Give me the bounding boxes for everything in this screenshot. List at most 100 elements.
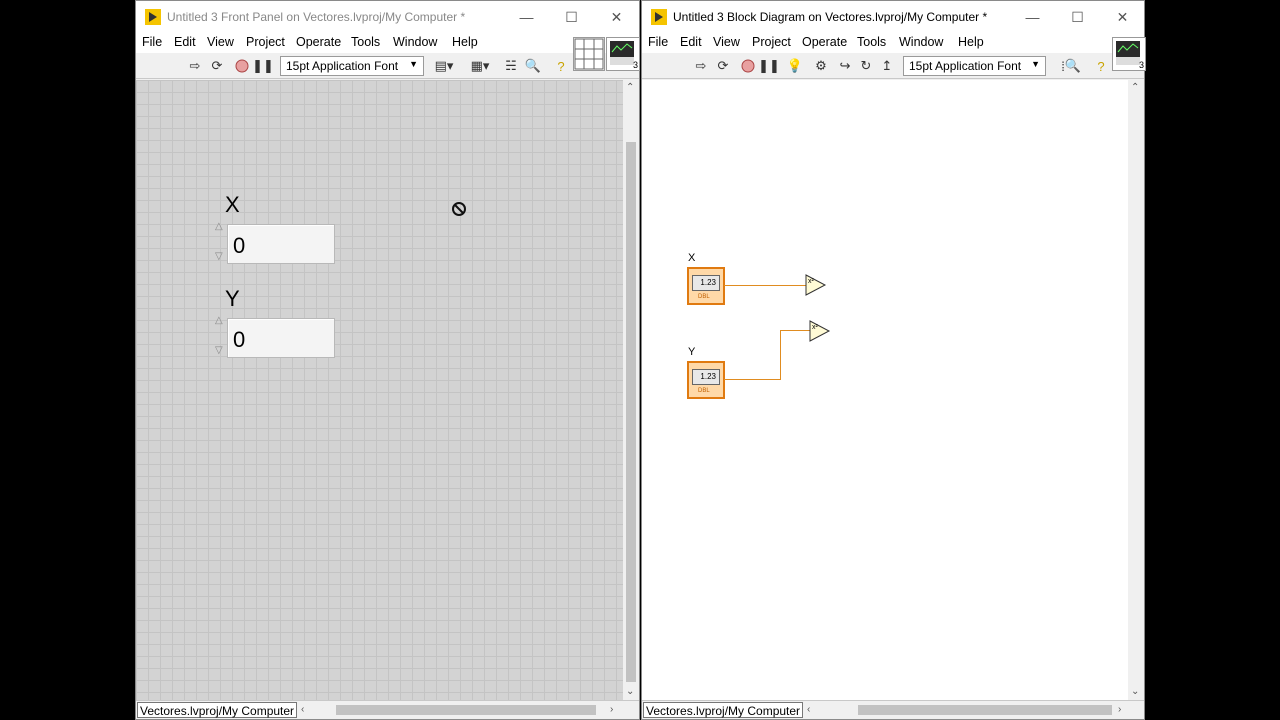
numeric-value-y: 0 (233, 327, 246, 352)
menu-file[interactable]: File (142, 35, 162, 49)
numeric-control-x[interactable]: 0 (227, 224, 335, 264)
scroll-down-icon[interactable]: ⌄ (626, 686, 634, 697)
scroll-right-icon[interactable]: › (1118, 704, 1121, 715)
abort-icon[interactable] (739, 57, 757, 75)
terminal-label-y[interactable]: Y (688, 346, 695, 358)
menu-operate[interactable]: Operate (802, 35, 847, 49)
run-continuously-icon[interactable]: ⟳ (714, 57, 732, 75)
run-arrow-icon[interactable]: ⇨ (186, 57, 204, 75)
resize-objects-icon[interactable]: ☵ (502, 57, 520, 75)
vi-icon[interactable]: 3 (606, 37, 640, 71)
increment-arrow-icon[interactable]: △ (215, 222, 223, 232)
menu-help[interactable]: Help (452, 35, 478, 49)
chevron-down-icon: ▼ (409, 59, 418, 69)
decrement-arrow-icon[interactable]: ▽ (215, 346, 223, 356)
close-button[interactable]: ✕ (1100, 1, 1145, 33)
menu-file[interactable]: File (648, 35, 668, 49)
menu-edit[interactable]: Edit (174, 35, 196, 49)
vertical-scrollbar[interactable]: ⌃ ⌄ (1128, 80, 1144, 702)
scroll-right-icon[interactable]: › (610, 704, 613, 715)
control-label-x[interactable]: X (225, 192, 240, 218)
wire-y-horizontal[interactable] (724, 379, 781, 380)
menu-view[interactable]: View (713, 35, 740, 49)
scroll-thumb[interactable] (626, 142, 636, 682)
menubar: File Edit View Project Operate Tools Win… (642, 33, 1144, 53)
menu-project[interactable]: Project (246, 35, 285, 49)
step-over-icon[interactable]: ↻ (857, 57, 875, 75)
menu-help[interactable]: Help (958, 35, 984, 49)
minimize-button[interactable]: — (1010, 1, 1055, 33)
wire-y-vertical[interactable] (780, 330, 781, 380)
menu-window[interactable]: Window (899, 35, 943, 49)
front-panel-canvas[interactable]: X △ ▽ 0 Y △ ▽ 0 (136, 80, 623, 702)
run-arrow-icon[interactable]: ⇨ (692, 57, 710, 75)
toolbar: ⇨ ⟳ ❚❚ 💡 ⚙ ↪ ↻ ↥ 15pt Application Font ▼ … (642, 53, 1144, 79)
wire-x[interactable] (724, 285, 806, 286)
step-out-icon[interactable]: ↥ (878, 57, 896, 75)
pause-icon[interactable]: ❚❚ (252, 57, 274, 75)
application-context: Vectores.lvproj/My Computer (137, 702, 298, 718)
menu-window[interactable]: Window (393, 35, 437, 49)
decrement-arrow-icon[interactable]: ▽ (215, 252, 223, 262)
highlight-execution-icon[interactable]: 💡 (786, 57, 804, 75)
terminal-y[interactable]: 1.23 DBL (687, 361, 725, 399)
maximize-button[interactable]: ☐ (1055, 1, 1100, 33)
terminal-label-x[interactable]: X (688, 252, 695, 264)
x-increment-decrement[interactable]: △ ▽ (215, 222, 226, 262)
terminal-y-display: 1.23 (692, 369, 720, 385)
distribute-objects-icon[interactable]: ▦▾ (468, 57, 492, 75)
menu-tools[interactable]: Tools (351, 35, 380, 49)
labview-icon (145, 9, 161, 25)
scroll-up-icon[interactable]: ⌃ (626, 82, 634, 93)
labview-icon (651, 9, 667, 25)
horizontal-scroll-thumb[interactable] (858, 705, 1112, 715)
close-button[interactable]: ✕ (594, 1, 639, 33)
abort-icon[interactable] (233, 57, 251, 75)
menu-edit[interactable]: Edit (680, 35, 702, 49)
increment-arrow-icon[interactable]: △ (215, 316, 223, 326)
menu-operate[interactable]: Operate (296, 35, 341, 49)
scroll-up-icon[interactable]: ⌃ (1131, 82, 1139, 93)
align-objects-icon[interactable]: ▤▾ (432, 57, 456, 75)
search-icon[interactable]: 🔍 (1064, 57, 1082, 75)
search-icon[interactable]: 🔍 (524, 57, 542, 75)
scroll-left-icon[interactable]: ‹ (807, 704, 810, 715)
font-select[interactable]: 15pt Application Font ▼ (280, 56, 424, 76)
status-bar: Vectores.lvproj/My Computer ‹ › (642, 700, 1144, 719)
menu-tools[interactable]: Tools (857, 35, 886, 49)
run-continuously-icon[interactable]: ⟳ (208, 57, 226, 75)
block-diagram-canvas[interactable]: X 1.23 DBL x² Y 1.23 DBL x² (642, 80, 1129, 702)
menu-view[interactable]: View (207, 35, 234, 49)
square-function-y-label: x² (812, 324, 818, 331)
minimize-button[interactable]: — (504, 1, 549, 33)
retain-wire-values-icon[interactable]: ⚙ (812, 57, 830, 75)
help-icon[interactable]: ? (552, 57, 570, 75)
terminal-y-type: DBL (698, 388, 710, 394)
step-into-icon[interactable]: ↪ (836, 57, 854, 75)
vi-icon-badge: 3 (632, 60, 638, 70)
vi-icon[interactable]: 3 (1112, 37, 1146, 71)
font-select[interactable]: 15pt Application Font ▼ (903, 56, 1046, 76)
toolbar: ⇨ ⟳ ❚❚ 15pt Application Font ▼ ▤▾ ▦▾ ☵ 🔍 … (136, 53, 639, 79)
chevron-down-icon: ▼ (1031, 59, 1040, 69)
vertical-scrollbar[interactable]: ⌃ ⌄ (623, 80, 639, 702)
application-context: Vectores.lvproj/My Computer (643, 702, 804, 718)
vi-icon-badge: 3 (1138, 60, 1144, 70)
horizontal-scroll-thumb[interactable] (336, 705, 596, 715)
scroll-down-icon[interactable]: ⌄ (1131, 686, 1139, 697)
control-label-y[interactable]: Y (225, 286, 240, 312)
y-increment-decrement[interactable]: △ ▽ (215, 316, 226, 356)
maximize-button[interactable]: ☐ (549, 1, 594, 33)
terminal-x[interactable]: 1.23 DBL (687, 267, 725, 305)
scroll-left-icon[interactable]: ‹ (301, 704, 304, 715)
pause-icon[interactable]: ❚❚ (758, 57, 780, 75)
connector-pane-icon[interactable] (573, 37, 605, 71)
front-panel-titlebar[interactable]: Untitled 3 Front Panel on Vectores.lvpro… (136, 1, 639, 33)
help-icon[interactable]: ? (1092, 57, 1110, 75)
front-panel-window: Untitled 3 Front Panel on Vectores.lvpro… (135, 0, 640, 720)
square-function-x-label: x² (808, 278, 814, 285)
numeric-control-y[interactable]: 0 (227, 318, 335, 358)
menu-project[interactable]: Project (752, 35, 791, 49)
block-diagram-titlebar[interactable]: Untitled 3 Block Diagram on Vectores.lvp… (642, 1, 1144, 33)
wire-y-to-function[interactable] (780, 330, 810, 331)
